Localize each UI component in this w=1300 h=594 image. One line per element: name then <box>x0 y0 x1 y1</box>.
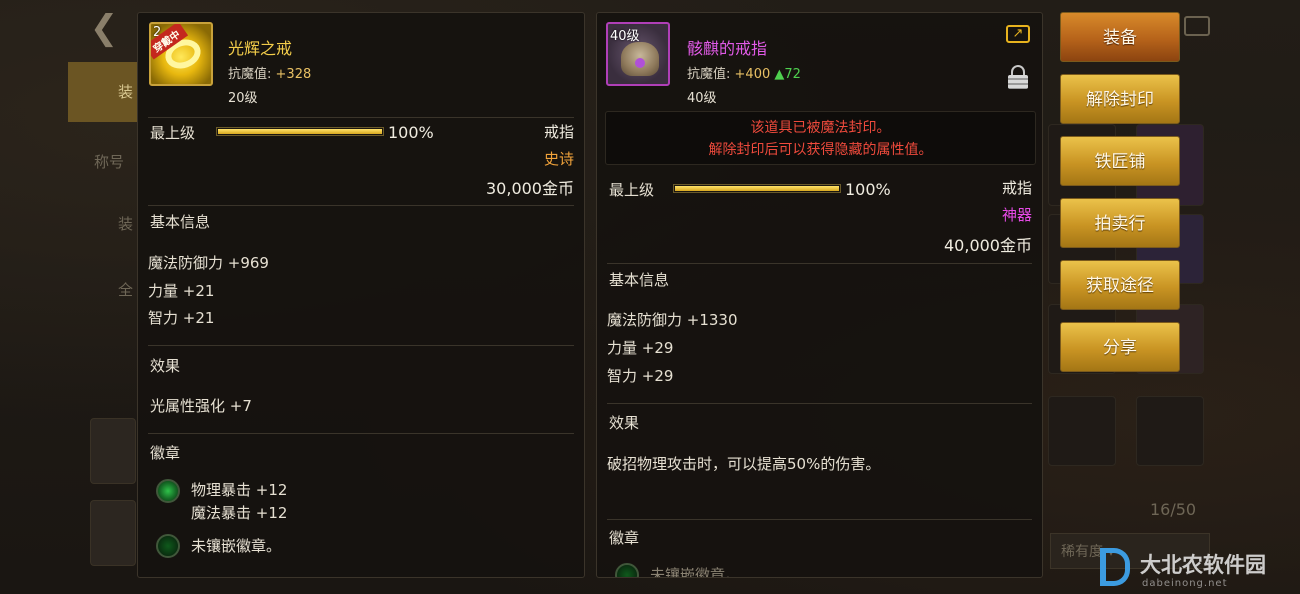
left-tab-label: 称号 <box>94 153 125 171</box>
basic-info-title: 基本信息 <box>150 213 211 231</box>
grade-bar-fill <box>675 186 839 191</box>
basic-info-title: 基本信息 <box>609 271 670 289</box>
grade-label: 最上级 <box>609 181 655 199</box>
emblem-title: 徽章 <box>609 529 640 547</box>
resist-label: 抗魔值: <box>228 67 272 82</box>
item-type: 戒指 <box>1001 179 1032 197</box>
inventory-slot[interactable] <box>1048 396 1116 466</box>
empty-emblem-slot-icon[interactable] <box>156 534 180 558</box>
equip-button[interactable]: 装备 <box>1060 12 1180 62</box>
inventory-slot[interactable] <box>1136 396 1204 466</box>
resist-label: 抗魔值: <box>687 67 731 82</box>
obtain-source-button[interactable]: 获取途径 <box>1060 260 1180 310</box>
stat-line: 智力 +21 <box>148 309 215 327</box>
left-tab-title[interactable]: 称号 <box>68 132 138 192</box>
divider <box>148 205 574 206</box>
ring-item-icon: 2 穿戴中 <box>149 22 213 86</box>
stat-line: 魔法防御力 +969 <box>148 254 269 272</box>
emblem-slot-icon[interactable] <box>156 479 180 503</box>
effect-title: 效果 <box>609 414 640 432</box>
emblem-empty-text: 未镶嵌徽章。 <box>191 537 282 555</box>
stat-line: 魔法防御力 +1330 <box>607 311 738 329</box>
left-tab-label: 装 <box>118 83 134 101</box>
item-level: 20级 <box>228 91 258 106</box>
stat-line: 力量 +29 <box>607 339 674 357</box>
decoration-slot-icon[interactable] <box>90 418 136 484</box>
effect-text: 破招物理攻击时，可以提高50%的伤害。 <box>607 455 881 473</box>
grade-percent: 100% <box>845 180 891 199</box>
divider <box>607 263 1032 264</box>
stat-line: 力量 +21 <box>148 282 215 300</box>
stat-line: 智力 +29 <box>607 367 674 385</box>
grade-bar <box>216 127 384 136</box>
grade-bar-fill <box>218 129 382 134</box>
item-type: 戒指 <box>543 123 574 141</box>
title-slot-icon[interactable] <box>90 500 136 566</box>
blacksmith-button[interactable]: 铁匠铺 <box>1060 136 1180 186</box>
divider <box>607 519 1032 520</box>
resist-line: 抗魔值: +400 ▲72 <box>687 63 801 82</box>
left-tab-label: 全 <box>118 281 134 299</box>
item-price: 40,000金币 <box>944 236 1032 255</box>
item-name: 光辉之戒 <box>228 39 293 58</box>
lock-icon[interactable] <box>1008 65 1028 89</box>
icon-level-badge: 40级 <box>610 29 640 44</box>
resist-line: 抗魔值: +328 <box>228 63 311 82</box>
watermark-url: dabeinong.net <box>1142 578 1228 589</box>
watermark-text: 大北农软件园 <box>1140 553 1266 577</box>
share-item-icon[interactable]: ↗ <box>1006 25 1030 43</box>
left-tab-equip2[interactable]: 装 <box>68 194 138 254</box>
dropdown-label: 稀有度 <box>1061 544 1103 560</box>
gem-shape <box>635 58 645 68</box>
lock-body <box>1008 75 1028 89</box>
item-rarity: 史诗 <box>543 150 574 168</box>
item-level: 40级 <box>687 91 717 106</box>
skull-ring-item-icon: 40级 <box>606 22 670 86</box>
chat-icon[interactable] <box>1184 16 1210 36</box>
emblem-line: 魔法暴击 +12 <box>191 504 288 522</box>
compare-item-panel: 40级 骸麒的戒指 抗魔值: +400 ▲72 40级 ↗ 该道具已被魔法封印。… <box>596 12 1043 578</box>
left-tab-all[interactable]: 全 <box>68 260 138 320</box>
back-arrow-icon[interactable]: ❮ <box>84 8 124 48</box>
emblem-title: 徽章 <box>150 444 181 462</box>
sealed-line: 解除封印后可以获得隐藏的属性值。 <box>708 142 933 158</box>
left-tab-label: 装 <box>118 215 134 233</box>
item-name: 骸麒的戒指 <box>687 39 768 58</box>
inventory-count: 16/50 <box>1150 500 1197 519</box>
unseal-button[interactable]: 解除封印 <box>1060 74 1180 124</box>
grade-bar <box>673 184 841 193</box>
effect-title: 效果 <box>150 357 181 375</box>
sealed-notice: 该道具已被魔法封印。 解除封印后可以获得隐藏的属性值。 <box>605 111 1036 165</box>
share-button[interactable]: 分享 <box>1060 322 1180 372</box>
sealed-line: 该道具已被魔法封印。 <box>750 120 891 136</box>
divider <box>148 345 574 346</box>
watermark-logo-icon <box>1100 548 1130 586</box>
equipped-item-panel: 2 穿戴中 光辉之戒 抗魔值: +328 20级 最上级 100% 戒指 史诗 … <box>137 12 585 578</box>
item-price: 30,000金币 <box>486 179 574 198</box>
resist-value: +328 <box>275 67 312 82</box>
emblem-line: 物理暴击 +12 <box>191 481 288 499</box>
resist-value: +400 <box>734 67 771 82</box>
emblem-text: 物理暴击 +12 魔法暴击 +12 <box>191 479 287 525</box>
divider <box>148 433 574 434</box>
grade-percent: 100% <box>388 123 434 142</box>
divider <box>148 117 574 118</box>
effect-text: 光属性强化 +7 <box>150 397 252 415</box>
emblem-empty-text: 未镶嵌徽章。 <box>650 566 741 578</box>
empty-emblem-slot-icon[interactable] <box>615 563 639 577</box>
left-tab-equipment[interactable]: 装 <box>68 62 138 122</box>
resist-diff: ▲72 <box>774 67 801 82</box>
item-rarity: 神器 <box>1001 206 1032 224</box>
auction-button[interactable]: 拍卖行 <box>1060 198 1180 248</box>
divider <box>607 403 1032 404</box>
grade-label: 最上级 <box>150 124 196 142</box>
